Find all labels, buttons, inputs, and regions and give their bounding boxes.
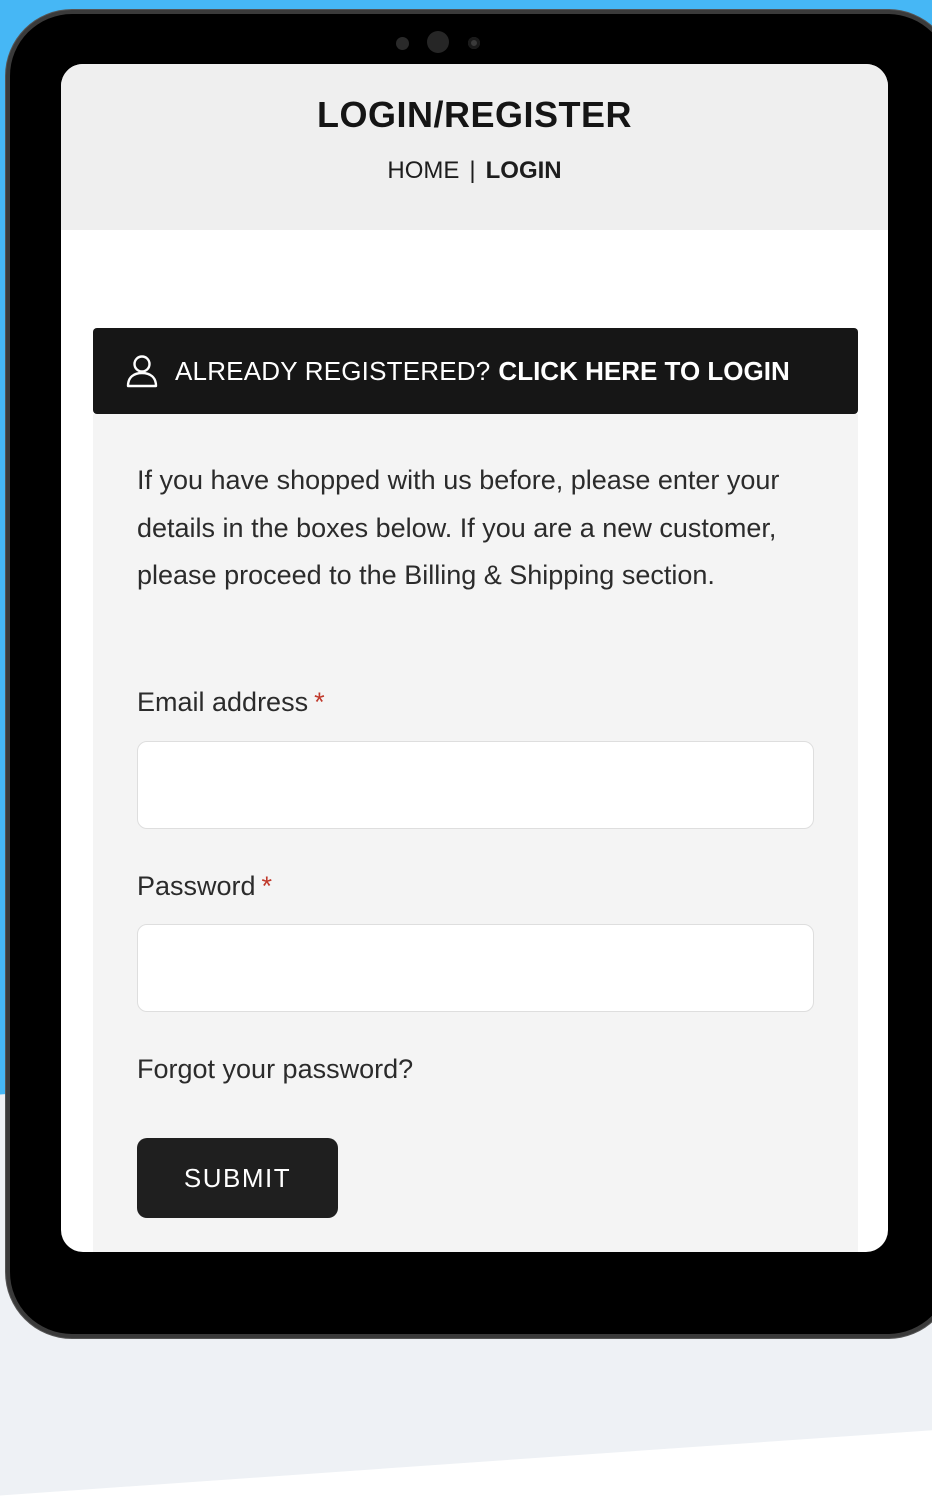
breadcrumb: HOME | LOGIN bbox=[61, 157, 888, 185]
password-label-text: Password bbox=[137, 871, 256, 901]
user-icon bbox=[126, 355, 158, 388]
breadcrumb-home[interactable]: HOME bbox=[387, 157, 459, 184]
camera-icon bbox=[427, 31, 449, 53]
screen: LOGIN/REGISTER HOME | LOGIN ALREADY REGIST… bbox=[61, 64, 888, 1252]
email-input[interactable] bbox=[137, 741, 814, 829]
page-header: LOGIN/REGISTER HOME | LOGIN bbox=[61, 64, 888, 230]
required-mark: * bbox=[314, 687, 325, 717]
required-mark: * bbox=[261, 871, 273, 901]
forgot-password-link[interactable]: Forgot your password? bbox=[137, 1054, 413, 1085]
login-intro-text: If you have shopped with us before, plea… bbox=[137, 465, 780, 590]
breadcrumb-separator: | bbox=[469, 157, 476, 184]
password-input[interactable] bbox=[137, 924, 814, 1012]
submit-button[interactable]: SUBMIT bbox=[137, 1138, 338, 1218]
login-prompt-text: ALREADY REGISTERED? bbox=[175, 355, 491, 386]
email-label-text: Email address bbox=[137, 687, 309, 717]
page-title: LOGIN/REGISTER bbox=[316, 94, 633, 135]
email-label: Email address * bbox=[137, 687, 325, 718]
camera-lens-icon bbox=[468, 37, 480, 49]
login-prompt-bar: ALREADY REGISTERED? CLICK HERE TO LOGIN bbox=[93, 328, 858, 414]
password-label: Password * bbox=[137, 871, 272, 902]
breadcrumb-current: LOGIN bbox=[485, 157, 562, 184]
login-link[interactable]: CLICK HERE TO LOGIN bbox=[498, 356, 789, 387]
sensor-icon bbox=[396, 37, 409, 50]
login-form-panel: If you have shopped with us before, plea… bbox=[93, 414, 858, 1252]
